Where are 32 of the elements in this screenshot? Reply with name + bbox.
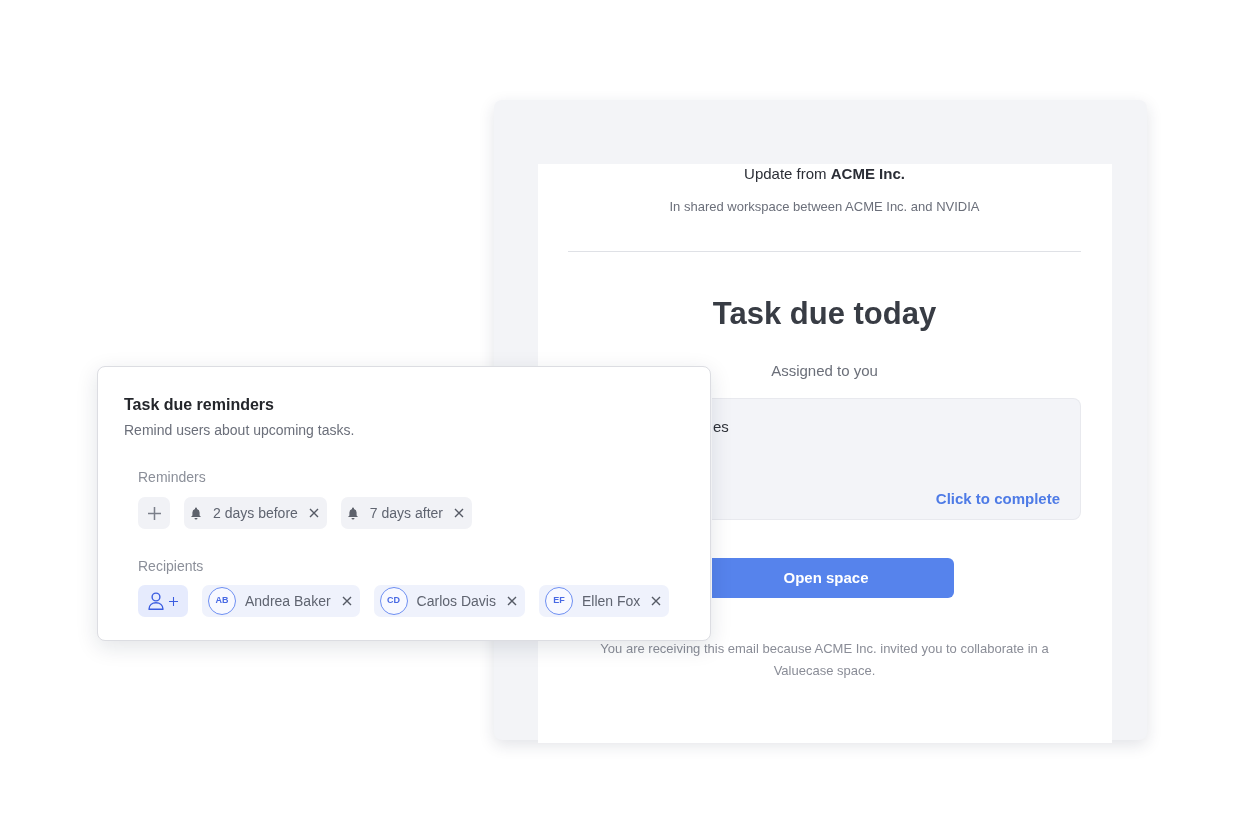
complete-link[interactable]: Click to complete [935,489,1060,509]
assignment-text: Assigned to you [771,361,878,381]
plus-icon [169,596,178,606]
add-reminder-button[interactable] [138,497,170,529]
initials-avatar: CD [379,587,408,615]
person-icon [148,592,164,610]
task-name: es [712,417,729,437]
recipient-name: Carlos Davis [416,592,496,610]
close-icon[interactable] [651,596,662,606]
initials-avatar: EF [544,587,573,615]
card-title: Task due reminders [124,395,274,415]
section-label: Recipients [138,557,204,575]
plus-icon [147,506,161,520]
close-icon[interactable] [341,596,352,606]
close-icon[interactable] [308,508,319,518]
initials-avatar: AB [208,587,236,615]
card-description: Remind users about upcoming tasks. [124,421,355,439]
reminder-label: 2 days before [213,504,298,522]
email-footer: You are receiving this email because ACME Inc. invited you to collaborate in a Valuecase space. [584,638,1065,682]
reminder-label: 7 days after [369,504,443,522]
email-header: Update from ACME Inc. [744,164,905,184]
close-icon[interactable] [454,508,464,518]
add-recipient-button[interactable] [138,585,188,617]
recipient-name: Andrea Baker [245,592,331,610]
open-space-button[interactable]: Open space [712,558,954,598]
workspace-subtitle: In shared workspace between ACME Inc. and NVIDIA [669,198,980,216]
bell-icon [346,506,359,520]
close-icon[interactable] [506,596,517,606]
recipient-name: Ellen Fox [581,592,641,610]
bell-icon [190,506,202,520]
email-title: Task due today [712,295,937,333]
section-label: Reminders [138,468,206,486]
